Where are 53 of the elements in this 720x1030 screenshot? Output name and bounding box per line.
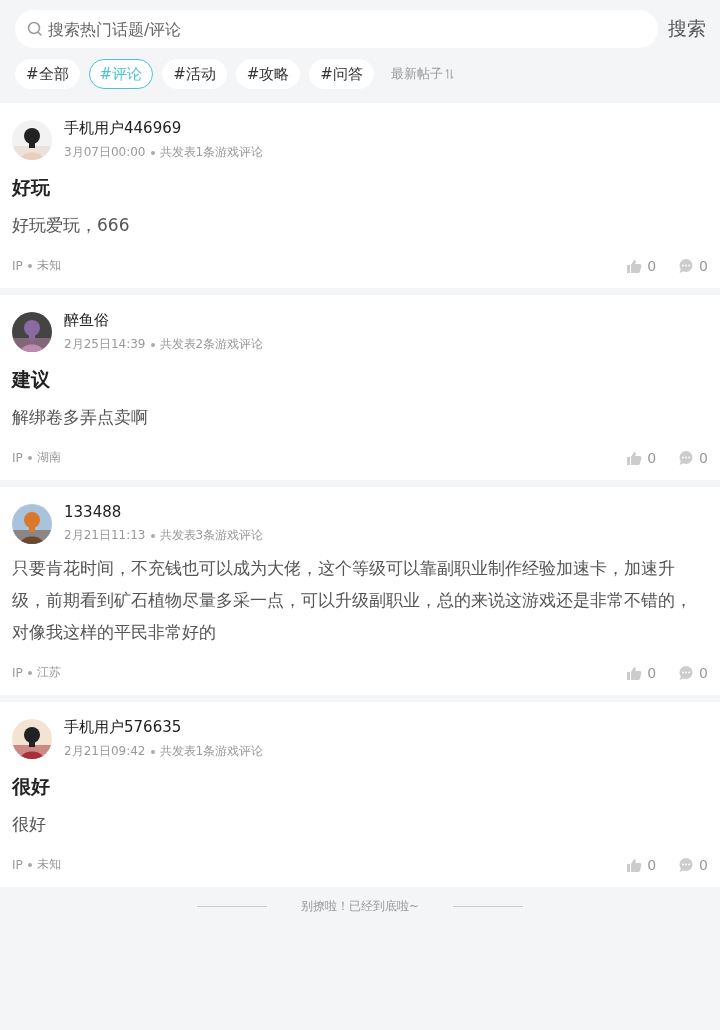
ip-label: IP — [12, 857, 23, 872]
post-body: 好玩爱玩，666 — [12, 214, 131, 237]
username[interactable]: 手机用户446969 — [64, 119, 264, 138]
ip-location: 未知 — [36, 257, 61, 274]
sort-icon — [444, 68, 454, 80]
comment-icon — [678, 856, 695, 873]
like-button[interactable]: 0 — [626, 856, 657, 873]
comment-button[interactable]: 0 — [678, 856, 708, 873]
comment-icon — [678, 449, 695, 466]
comment-button[interactable]: 0 — [678, 257, 708, 274]
sort-button[interactable]: 最新帖子 — [390, 65, 454, 83]
username[interactable]: 手机用户576635 — [64, 718, 264, 737]
comment-button[interactable]: 0 — [678, 449, 708, 466]
post-title: 建议 — [12, 367, 51, 392]
ip-location: 湖南 — [36, 449, 61, 466]
tag-chip[interactable]: #活动 — [162, 59, 227, 89]
search-button[interactable]: 搜索 — [668, 16, 706, 42]
thumbs-up-icon — [626, 856, 643, 873]
ip-label: IP — [12, 665, 23, 680]
like-button[interactable]: 0 — [626, 664, 657, 681]
review-count: 共发表3条游戏评论 — [159, 527, 264, 544]
ip-location: 未知 — [36, 856, 61, 873]
post-title: 好玩 — [12, 175, 51, 200]
post-time: 2月21日11:13 — [64, 527, 146, 544]
post-body: 只要肯花时间，不充钱也可以成为大佬，这个等级可以靠副职业制作经验加速卡，加速升级，前期看到矿石植物尽量多采一点，可以升级副职业，总的来说这游戏还是非常不错的，对像我这样的平民非常好的 — [12, 557, 693, 644]
review-count: 共发表1条游戏评论 — [159, 144, 264, 161]
thumbs-up-icon — [626, 257, 643, 274]
post-time: 2月25日14:39 — [64, 336, 146, 353]
tag-chip[interactable]: #全部 — [15, 59, 80, 89]
thumbs-up-icon — [626, 449, 643, 466]
post-time: 3月07日00:00 — [64, 144, 146, 161]
tag-chip[interactable]: #攻略 — [235, 59, 301, 89]
ip-location: 江苏 — [36, 664, 61, 681]
thumbs-up-icon — [626, 664, 643, 681]
post-body: 解绑卷多弄点卖啊 — [12, 406, 149, 429]
review-count: 共发表2条游戏评论 — [159, 336, 264, 353]
review-count: 共发表1条游戏评论 — [159, 743, 264, 760]
comment-icon — [678, 664, 695, 681]
post-title: 很好 — [12, 774, 51, 799]
search-field[interactable]: 搜索热门话题/评论 — [15, 10, 658, 48]
end-of-list-text: 别撩啦！已经到底啦~ — [300, 898, 420, 915]
comment-icon — [678, 257, 695, 274]
post-body: 很好 — [12, 813, 47, 836]
comment-button[interactable]: 0 — [678, 664, 708, 681]
like-button[interactable]: 0 — [626, 449, 657, 466]
tag-chip[interactable]: #问答 — [309, 59, 374, 89]
ip-label: IP — [12, 258, 23, 273]
tag-chip[interactable]: #评论 — [88, 59, 154, 89]
username[interactable]: 133488 — [64, 503, 264, 521]
ip-label: IP — [12, 450, 23, 465]
username[interactable]: 醉鱼俗 — [64, 311, 264, 330]
post-time: 2月21日09:42 — [64, 743, 146, 760]
like-button[interactable]: 0 — [626, 257, 657, 274]
